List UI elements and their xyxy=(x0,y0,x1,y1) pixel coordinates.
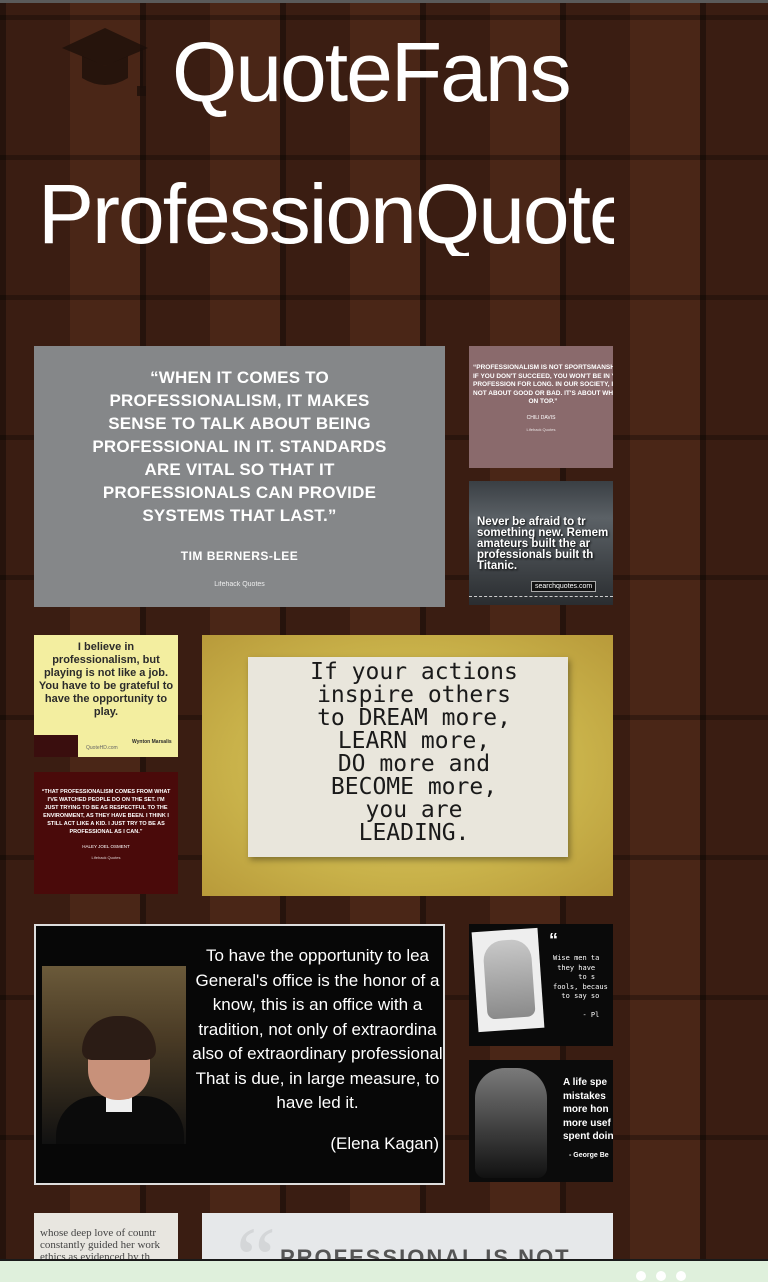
app-bar[interactable] xyxy=(0,1259,768,1282)
quote-tile[interactable]: To have the opportunity to lea General's… xyxy=(34,924,445,1185)
quote-author: (Elena Kagan) xyxy=(330,1134,439,1153)
page-title: ProfessionQuotes xyxy=(38,172,614,256)
quote-text: “THAT PROFESSIONALISM COMES FROM WHAT I'… xyxy=(41,789,171,835)
graduation-cap-icon xyxy=(62,28,148,96)
author-photo xyxy=(42,966,186,1144)
quote-source: Lifehack Quotes xyxy=(91,855,121,860)
quote-tile[interactable]: whose deep love of countr constantly gui… xyxy=(34,1213,178,1263)
quote-text: I believe in professionalism, but playin… xyxy=(38,641,174,718)
quote-tile[interactable]: “PROFESSIONALISM IS NOT SPORTSMANSH IF Y… xyxy=(469,346,613,468)
quote-author: HALEY JOEL OSMENT xyxy=(82,844,130,849)
quote-text: A life spe mistakes more hon more usef s… xyxy=(563,1077,613,1142)
quote-source: QuoteHD.com xyxy=(86,745,118,751)
quote-author: - George Be xyxy=(569,1152,609,1159)
quote-text: Never be afraid to tr something new. Rem… xyxy=(477,516,609,572)
quote-tile[interactable]: Never be afraid to tr something new. Rem… xyxy=(469,481,613,605)
quote-tile[interactable]: “THAT PROFESSIONALISM COMES FROM WHAT I'… xyxy=(34,772,178,894)
quote-text: Wise men ta they have to s fools, becaus… xyxy=(553,954,608,1019)
quote-tile[interactable]: “ PROFESSIONAL IS NOT xyxy=(202,1213,613,1263)
quote-source: Lifehack Quotes xyxy=(526,426,556,432)
quote-tile[interactable]: “WHEN IT COMES TO PROFESSIONALISM, IT MA… xyxy=(34,346,445,607)
quote-text: If your actions inspire others to DREAM … xyxy=(310,659,518,846)
quote-source: Lifehack Quotes xyxy=(214,580,265,588)
more-options-icon[interactable] xyxy=(636,1267,706,1281)
quote-text: To have the opportunity to lea General's… xyxy=(192,946,443,1112)
app-brand: QuoteFans xyxy=(172,25,572,119)
author-photo xyxy=(34,735,78,757)
hair xyxy=(82,1016,156,1060)
divider xyxy=(469,596,613,597)
quote-tile[interactable]: A life spe mistakes more hon more usef s… xyxy=(469,1060,613,1182)
quote-text: “WHEN IT COMES TO PROFESSIONALISM, IT MA… xyxy=(92,367,387,525)
quote-author: TIM BERNERS-LEE xyxy=(180,548,299,563)
quote-tile[interactable]: I believe in professionalism, but playin… xyxy=(34,635,178,757)
quote-author: CHILI DAVIS xyxy=(526,414,556,421)
quote-source: searchquotes.com xyxy=(531,581,597,592)
quote-author: Wynton Marsalis xyxy=(132,739,172,745)
quote-tile[interactable]: “ Wise men ta they have to s fools, beca… xyxy=(469,924,613,1046)
quote-text: whose deep love of countr constantly gui… xyxy=(40,1227,161,1263)
author-photo xyxy=(482,938,536,1020)
quote-tile[interactable]: If your actions inspire others to DREAM … xyxy=(202,635,613,896)
top-border xyxy=(0,0,768,3)
author-photo xyxy=(475,1068,547,1178)
quote-mark-icon: “ xyxy=(236,1213,276,1264)
quote-text: “PROFESSIONALISM IS NOT SPORTSMANSH IF Y… xyxy=(473,364,613,405)
quote-mark-icon: “ xyxy=(549,930,558,950)
